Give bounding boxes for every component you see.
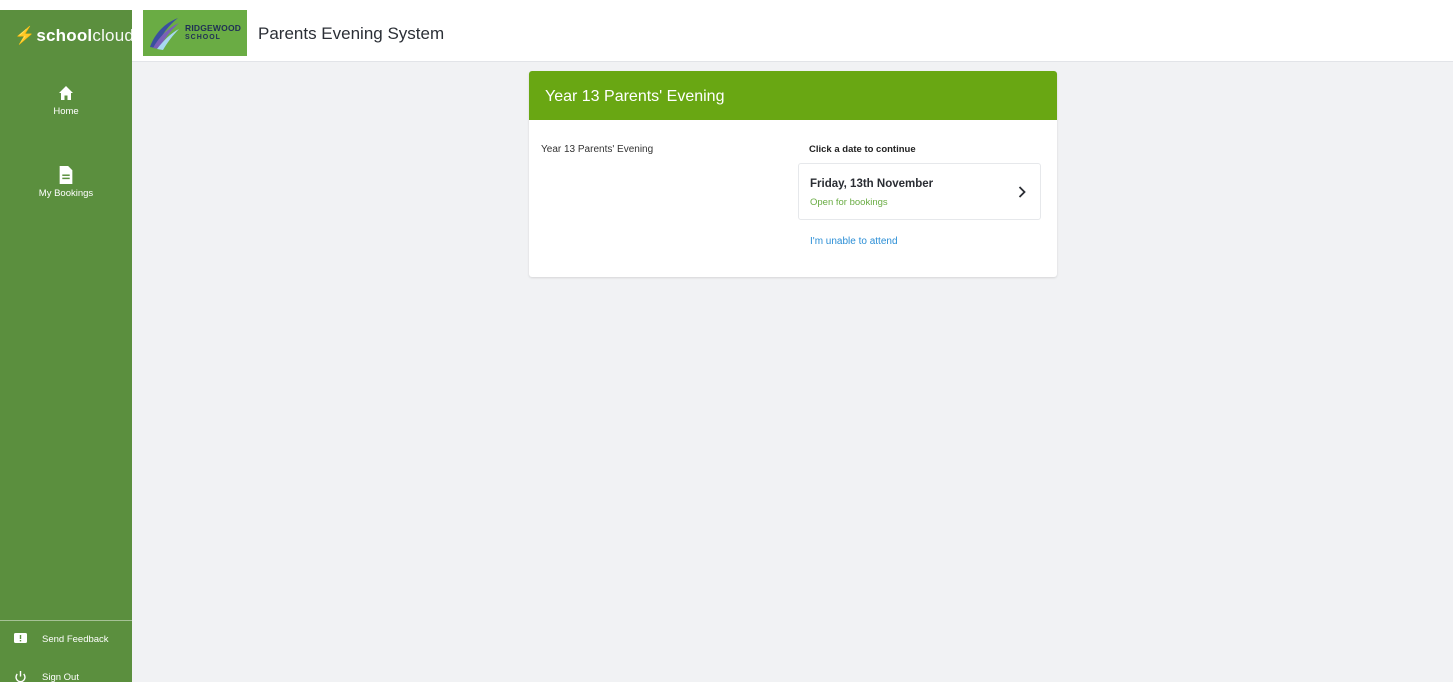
send-feedback-label: Send Feedback [42,633,109,645]
sidebar-item-my-bookings[interactable]: My Bookings [0,166,132,199]
sidebar-item-label: My Bookings [38,188,94,199]
parents-evening-card: Year 13 Parents' Evening Year 13 Parents… [529,71,1057,277]
school-wordmark: RIDGEWOOD SCHOOL [185,24,241,42]
sidebar-item-label: Home [53,106,79,117]
bolt-icon: ⚡ [14,26,36,45]
school-logo: RIDGEWOOD SCHOOL [143,10,247,56]
document-icon [59,166,73,184]
unable-to-attend-link[interactable]: I'm unable to attend [810,236,898,247]
sidebar-item-home[interactable]: Home [0,84,132,117]
date-label: Friday, 13th November [810,178,934,190]
app-title: Parents Evening System [258,24,445,43]
feedback-icon [14,633,27,643]
date-option-button[interactable]: Friday, 13th November Open for bookings [798,163,1041,220]
date-prompt: Click a date to continue [809,144,916,155]
school-name-line2: SCHOOL [185,34,221,41]
send-feedback-button[interactable]: Send Feedback [14,633,109,645]
schoolcloud-logo[interactable]: ⚡ school cloud [0,10,135,62]
sidebar-divider [0,620,132,621]
status-badge: Open for bookings [810,197,888,208]
sign-out-label: Sign Out [42,671,79,682]
home-icon [59,86,73,100]
sidebar: Home My Bookings Send Feedback Sign Out [0,62,132,682]
school-crest-icon [150,18,179,50]
event-name: Year 13 Parents' Evening [541,144,654,155]
card-title: Year 13 Parents' Evening [529,71,1057,120]
chevron-right-icon [1018,186,1026,198]
brand-part-1: school [36,26,93,45]
school-name-line1: RIDGEWOOD [185,23,242,33]
sign-out-button[interactable]: Sign Out [14,671,79,682]
brand-part-2: cloud [92,26,135,45]
top-bar: ⚡ school cloud RIDGEWOOD SCHOOL Parents E… [0,0,1453,62]
power-icon [15,671,26,682]
